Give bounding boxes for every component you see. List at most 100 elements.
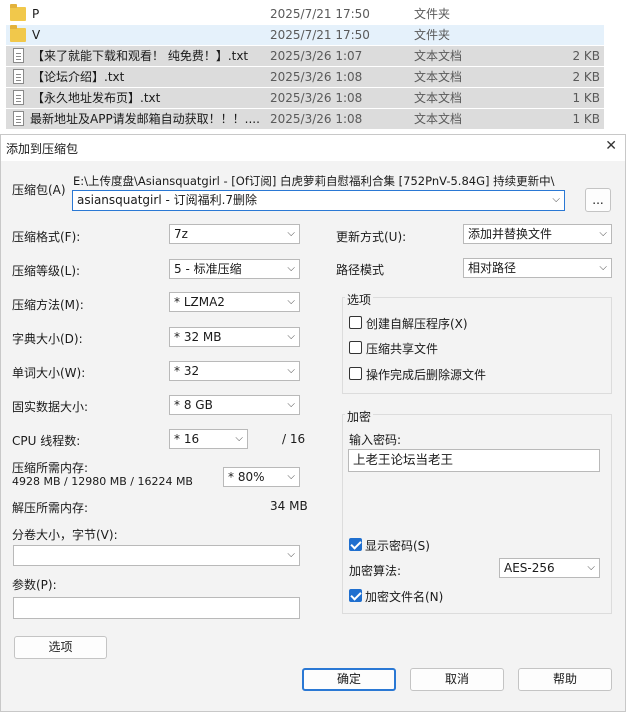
archive-name-combo[interactable]: asiansquatgirl - 订阅福利.7删除 ⌵ xyxy=(72,190,565,211)
path-mode-select[interactable]: 相对路径 ⌵ xyxy=(463,258,612,278)
file-size: 1 KB xyxy=(572,91,600,105)
options-button[interactable]: 选项 xyxy=(14,636,107,659)
text-file-icon xyxy=(13,69,24,84)
chevron-down-icon: ⌵ xyxy=(599,262,607,273)
shared-files-checkbox[interactable] xyxy=(349,341,362,354)
format-select[interactable]: 7z ⌵ xyxy=(169,224,300,244)
word-size-label: 单词大小(W): xyxy=(12,366,86,380)
file-row[interactable]: 最新地址及APP请发邮箱自动获取！！！.... 2025/3/26 1:08 文… xyxy=(6,109,604,129)
method-label: 压缩方法(M): xyxy=(12,298,84,312)
encryption-group-title: 加密 xyxy=(345,408,374,425)
file-size: 2 KB xyxy=(572,49,600,63)
file-name: V xyxy=(32,28,41,42)
title-bar: 添加到压缩包 ✕ xyxy=(1,135,625,161)
word-size-select[interactable]: * 32 ⌵ xyxy=(169,361,300,381)
parameters-label: 参数(P): xyxy=(12,578,57,592)
file-date: 2025/3/26 1:08 xyxy=(270,91,363,105)
memory-decompress-label: 解压所需内存: xyxy=(12,501,89,515)
method-select[interactable]: * LZMA2 ⌵ xyxy=(169,292,300,312)
password-label: 输入密码: xyxy=(349,433,402,447)
show-password-label: 显示密码(S) xyxy=(365,539,430,553)
chevron-down-icon: ⌵ xyxy=(552,194,560,205)
archive-name-value: asiansquatgirl - 订阅福利.7删除 xyxy=(77,193,258,207)
file-date: 2025/7/21 17:50 xyxy=(270,28,370,42)
file-size: 1 KB xyxy=(572,112,600,126)
memory-usage-value: * 80% xyxy=(228,470,265,484)
format-value: 7z xyxy=(174,227,188,241)
file-type: 文本文档 xyxy=(414,70,463,84)
volume-size-label: 分卷大小，字节(V): xyxy=(12,528,118,542)
memory-usage-select[interactable]: * 80% ⌵ xyxy=(223,467,300,487)
cpu-threads-label: CPU 线程数: xyxy=(12,434,81,448)
chevron-down-icon: ⌵ xyxy=(587,562,595,573)
chevron-down-icon: ⌵ xyxy=(287,399,295,410)
show-password-checkbox[interactable] xyxy=(349,538,362,551)
file-type: 文件夹 xyxy=(414,7,451,21)
chevron-down-icon: ⌵ xyxy=(287,549,295,560)
file-row[interactable]: 【永久地址发布页】.txt 2025/3/26 1:08 文本文档 1 KB xyxy=(6,88,604,108)
file-name: 最新地址及APP请发邮箱自动获取！！！.... xyxy=(30,112,260,126)
file-row[interactable]: P 2025/7/21 17:50 文件夹 xyxy=(6,4,604,24)
file-list: P 2025/7/21 17:50 文件夹 V 2025/7/21 17:50 … xyxy=(0,0,632,136)
memory-compress-label: 压缩所需内存: xyxy=(12,461,89,475)
browse-button[interactable]: ... xyxy=(585,188,611,212)
encryption-method-select[interactable]: AES-256 ⌵ xyxy=(499,558,600,578)
file-date: 2025/3/26 1:08 xyxy=(270,112,363,126)
cpu-threads-select[interactable]: * 16 ⌵ xyxy=(169,429,248,449)
encrypt-names-checkbox[interactable] xyxy=(349,589,362,602)
dictionary-value: * 32 MB xyxy=(174,330,222,344)
folder-icon xyxy=(10,25,26,42)
word-size-value: * 32 xyxy=(174,364,200,378)
cpu-threads-value: * 16 xyxy=(174,432,200,446)
dialog-title: 添加到压缩包 xyxy=(6,142,79,156)
chevron-down-icon: ⌵ xyxy=(235,433,243,444)
path-mode-value: 相对路径 xyxy=(468,261,517,275)
add-to-archive-dialog: 添加到压缩包 ✕ 压缩包(A) E:\上传度盘\Asiansquatgirl -… xyxy=(0,134,626,712)
file-date: 2025/3/26 1:08 xyxy=(270,70,363,84)
file-type: 文本文档 xyxy=(414,91,463,105)
text-file-icon xyxy=(13,48,24,63)
file-name: 【论坛介绍】.txt xyxy=(32,70,125,84)
file-date: 2025/7/21 17:50 xyxy=(270,7,370,21)
dictionary-label: 字典大小(D): xyxy=(12,332,83,346)
solid-size-label: 固实数据大小: xyxy=(12,400,89,414)
help-button[interactable]: 帮助 xyxy=(518,668,612,691)
chevron-down-icon: ⌵ xyxy=(287,365,295,376)
file-row[interactable]: 【来了就能下载和观看！ 纯免费！】.txt 2025/3/26 1:07 文本文… xyxy=(6,46,604,66)
level-value: 5 - 标准压缩 xyxy=(174,262,242,276)
volume-size-combo[interactable]: ⌵ xyxy=(13,545,300,566)
text-file-icon xyxy=(13,90,24,105)
file-name: 【来了就能下载和观看！ 纯免费！】.txt xyxy=(32,49,249,63)
file-row[interactable]: 【论坛介绍】.txt 2025/3/26 1:08 文本文档 2 KB xyxy=(6,67,604,87)
archive-path: E:\上传度盘\Asiansquatgirl - [Of订阅] 白虎萝莉自慰福利… xyxy=(73,174,555,188)
folder-icon xyxy=(10,4,26,21)
file-row[interactable]: V 2025/7/21 17:50 文件夹 xyxy=(6,25,604,45)
file-date: 2025/3/26 1:07 xyxy=(270,49,363,63)
text-file-icon xyxy=(13,111,24,126)
update-mode-select[interactable]: 添加并替换文件 ⌵ xyxy=(463,224,612,244)
ok-button[interactable]: 确定 xyxy=(302,668,396,691)
delete-after-label: 操作完成后删除源文件 xyxy=(366,368,487,382)
chevron-down-icon: ⌵ xyxy=(287,471,295,482)
update-mode-label: 更新方式(U): xyxy=(336,230,407,244)
encrypt-names-label: 加密文件名(N) xyxy=(365,590,444,604)
close-icon[interactable]: ✕ xyxy=(605,138,617,154)
file-size: 2 KB xyxy=(572,70,600,84)
cancel-button[interactable]: 取消 xyxy=(410,668,504,691)
options-group-title: 选项 xyxy=(345,291,374,308)
file-type: 文本文档 xyxy=(414,49,463,63)
parameters-input[interactable] xyxy=(13,597,300,619)
file-type: 文本文档 xyxy=(414,112,463,126)
chevron-down-icon: ⌵ xyxy=(287,228,295,239)
delete-after-checkbox[interactable] xyxy=(349,367,362,380)
sfx-checkbox[interactable] xyxy=(349,316,362,329)
format-label: 压缩格式(F): xyxy=(12,230,81,244)
sfx-label: 创建自解压程序(X) xyxy=(366,317,468,331)
level-label: 压缩等级(L): xyxy=(12,264,81,278)
solid-size-select[interactable]: * 8 GB ⌵ xyxy=(169,395,300,415)
dictionary-select[interactable]: * 32 MB ⌵ xyxy=(169,327,300,347)
password-input[interactable]: 上老王论坛当老王 xyxy=(348,449,600,472)
solid-size-value: * 8 GB xyxy=(174,398,213,412)
memory-decompress-value: 34 MB xyxy=(270,499,308,513)
level-select[interactable]: 5 - 标准压缩 ⌵ xyxy=(169,259,300,279)
